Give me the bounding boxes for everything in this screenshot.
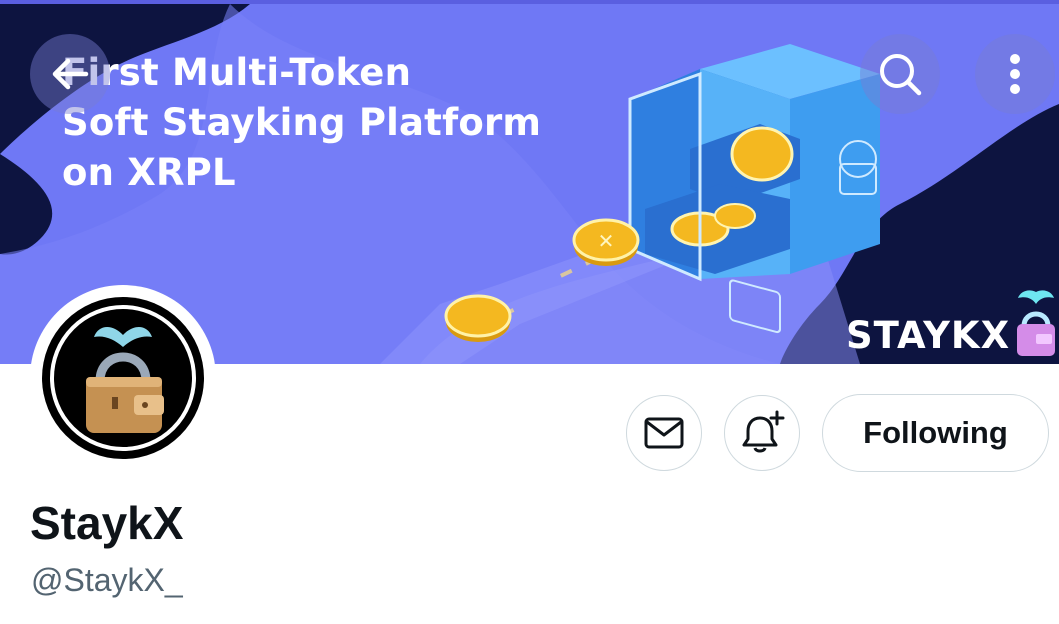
avatar-image <box>42 297 204 459</box>
coin-1: ✕ <box>572 218 640 266</box>
banner-headline: First Multi-Token Soft Stayking Platform… <box>62 48 541 198</box>
profile-name: StaykX <box>30 497 184 549</box>
more-options-button[interactable] <box>975 34 1055 114</box>
envelope-icon <box>644 417 684 449</box>
staykx-logo-icon <box>1017 290 1055 356</box>
wallet-lock-logo-icon <box>50 305 196 451</box>
more-vertical-icon <box>1010 54 1020 94</box>
following-button[interactable]: Following <box>822 394 1049 472</box>
message-button[interactable] <box>626 395 702 471</box>
coin-2 <box>444 294 512 342</box>
back-button[interactable] <box>30 34 110 114</box>
avatar[interactable] <box>30 285 216 471</box>
headline-line-2: Soft Stayking Platform <box>62 101 542 144</box>
search-button[interactable] <box>860 34 940 114</box>
arrow-left-icon <box>52 58 89 90</box>
bell-plus-icon <box>742 410 785 453</box>
headline-line-3: on XRPL <box>62 151 236 194</box>
search-icon <box>880 54 922 96</box>
svg-text:✕: ✕ <box>598 229 615 253</box>
notifications-button[interactable] <box>724 395 800 471</box>
profile-handle: @StaykX_ <box>31 562 183 598</box>
banner-brand-text: STAYKX <box>846 314 1011 357</box>
headline-line-1: First Multi-Token <box>62 51 412 94</box>
